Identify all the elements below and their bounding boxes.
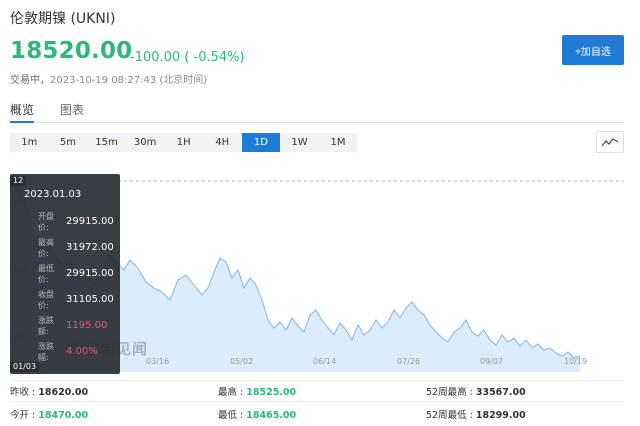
tabs-divider [10,122,624,123]
period-1mo[interactable]: 1M [319,133,358,152]
tooltip-close-label: 收盘价: [38,290,54,310]
stat-high-label: 最高 : [218,387,247,398]
period-4h[interactable]: 4H [203,133,242,152]
status-text: 交易中， [10,75,50,86]
stat-low-label: 最低 : [218,410,247,421]
period-5m[interactable]: 5m [49,133,88,152]
crosshair-date-tag: 01/03 [10,362,40,372]
tab-chart[interactable]: 图表 [60,101,84,118]
x-label-0726: 07/26 [397,357,421,366]
stat-52w-low: 52周最低 : 18299.00 [426,407,526,421]
stat-52w-high-value: 33567.00 [475,387,526,398]
stats-divider-mid [10,401,624,402]
stat-high-value: 18525.00 [246,387,297,398]
tooltip-open-value: 29915.00 [66,216,114,227]
x-label-1019: 10/19 [564,357,588,366]
period-1w[interactable]: 1W [280,133,319,152]
stats-divider-top [10,380,624,381]
stat-52w-high: 52周最高 : 33567.00 [426,384,526,398]
period-30m[interactable]: 30m [126,133,165,152]
stat-prev-close-label: 昨收 : [10,387,39,398]
x-label-0907: 09/07 [480,357,504,366]
stat-low-value: 18465.00 [246,410,297,421]
tab-overview[interactable]: 概览 [10,101,34,118]
tooltip-high-label: 最高价: [38,238,54,258]
period-1d[interactable]: 1D [241,133,281,152]
active-tab-indicator [10,121,34,123]
x-label-0316: 03/16 [146,357,170,366]
tooltip-date: 2023.01.03 [24,189,82,200]
stat-52w-low-value: 18299.00 [475,410,526,421]
tooltip-low-label: 最低价: [38,264,54,284]
crosshair-price-tag: 12 [10,176,27,186]
stat-high: 最高 : 18525.00 [218,384,296,398]
tooltip-pct-value: 4.00% [66,346,98,357]
stat-52w-low-label: 52周最低 : [426,410,476,421]
status-timestamp: 2023-10-19 08:27:43 (北京时间) [50,75,208,86]
tooltip-change-value: 1195.00 [66,320,108,331]
tooltip-open-label: 开盘价: [38,212,54,232]
tooltip-pct-label: 涨跌幅: [38,342,54,362]
stat-open: 今开 : 18470.00 [10,407,88,421]
price-change: -100.00 ( -0.54%) [130,50,245,65]
stat-open-label: 今开 : [10,410,39,421]
stat-low: 最低 : 18465.00 [218,407,296,421]
tooltip-close-value: 31105.00 [66,294,114,305]
last-price: 18520.00 [10,38,133,64]
trading-status: 交易中，2023-10-19 08:27:43 (北京时间) [10,71,207,86]
stats-panel: 昨收 : 18620.00 最高 : 18525.00 52周最高 : 3356… [10,380,624,426]
stat-prev-close-value: 18620.00 [38,387,89,398]
tooltip-low-value: 29915.00 [66,268,114,279]
stat-open-value: 18470.00 [38,410,89,421]
stat-52w-high-label: 52周最高 : [426,387,476,398]
x-label-0614: 06/14 [313,357,337,366]
period-1m[interactable]: 1m [10,133,49,152]
period-1h[interactable]: 1H [164,133,203,152]
period-selector: 1m 5m 15m 30m 1H 4H 1D 1W 1M [10,133,358,152]
period-15m[interactable]: 15m [87,133,126,152]
line-chart-icon [601,138,619,147]
add-watchlist-button[interactable]: +加自选 [562,35,624,65]
x-label-0502: 05/02 [230,357,254,366]
stat-prev-close: 昨收 : 18620.00 [10,384,88,398]
tooltip-change-label: 涨跌额: [38,316,54,336]
chart-type-toggle[interactable] [596,131,624,153]
instrument-title: 伦敦期镍 (UKNI) [10,11,116,27]
tooltip-high-value: 31972.00 [66,242,114,253]
